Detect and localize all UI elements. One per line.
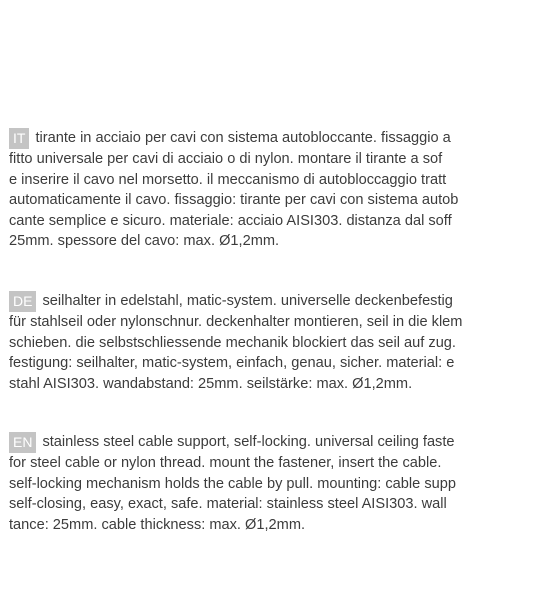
section-de-line-1: seilhalter in edelstahl, matic-system. u… — [42, 293, 453, 309]
text-line: EN stainless steel cable support, self-lo… — [9, 432, 541, 453]
section-it-line-6: 25mm. spessore del cavo: max. Ø1,2mm. — [9, 233, 280, 249]
section-en-line-4: self-closing, easy, exact, safe. materia… — [9, 496, 447, 512]
section-de-line-3: schieben. die selbstschliessende mechani… — [9, 334, 456, 351]
section-it-line-2: fitto universale per cavi di acciaio o d… — [9, 151, 443, 167]
section-it-line-4: automaticamente il cavo. fissaggio: tira… — [9, 192, 459, 208]
section-it: IT tirante in acciaio per cavi con sistem… — [9, 128, 541, 252]
language-tag-en: EN — [9, 432, 37, 453]
section-en-line-1: stainless steel cable support, self-lock… — [42, 434, 455, 450]
section-de-line-4: festigung: seilhalter, matic-system, ein… — [9, 355, 455, 371]
language-tag-it: IT — [9, 128, 30, 149]
section-en-line-2: for steel cable or nylon thread. mount t… — [9, 455, 442, 471]
section-en: EN stainless steel cable support, self-lo… — [9, 432, 541, 535]
section-de-line-2: für stahlseil oder nylonschnur. deckenha… — [9, 314, 463, 330]
section-en-line-5: tance: 25mm. cable thickness: max. Ø1,2m… — [9, 516, 306, 533]
section-it-line-3: e inserire il cavo nel morsetto. il mecc… — [9, 171, 447, 188]
section-de: DE seilhalter in edelstahl, matic-system.… — [9, 291, 541, 394]
section-it-line-5: cante semplice e sicuro. materiale: acci… — [9, 212, 452, 229]
section-de-line-5: stahl AISI303. wandabstand: 25mm. seilst… — [9, 375, 413, 392]
language-tag-de: DE — [9, 291, 37, 312]
text-line: IT tirante in acciaio per cavi con sistem… — [9, 128, 541, 149]
section-en-line-3: self-locking mechanism holds the cable b… — [9, 475, 456, 492]
section-it-line-1: tirante in acciaio per cavi con sistema … — [35, 130, 451, 146]
text-line: DE seilhalter in edelstahl, matic-system.… — [9, 291, 541, 312]
